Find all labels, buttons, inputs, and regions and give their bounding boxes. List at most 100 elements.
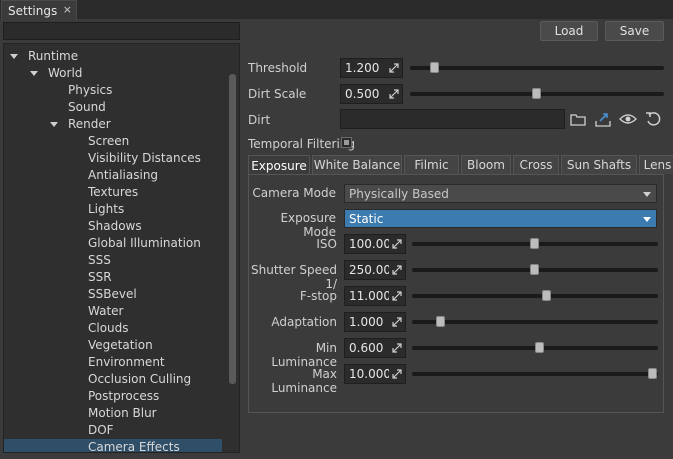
tree-item-label: Render — [68, 117, 111, 131]
threshold-field[interactable]: 1.200 — [340, 58, 403, 78]
tree-item[interactable]: Textures — [4, 184, 222, 201]
expand-arrow-icon[interactable] — [50, 122, 58, 127]
min-luminance-slider[interactable] — [412, 342, 658, 353]
tree-item[interactable]: Motion Blur — [4, 405, 222, 422]
tree-item[interactable]: Clouds — [4, 320, 222, 337]
close-tab-icon[interactable]: × — [63, 3, 72, 16]
tab-white-balance[interactable]: White Balance — [312, 155, 402, 174]
tree-item[interactable]: Vegetation — [4, 337, 222, 354]
expand-arrow-icon[interactable] — [10, 54, 18, 59]
dirt-scale-slider-handle[interactable] — [532, 88, 541, 99]
tree-item[interactable]: Physics — [4, 82, 222, 99]
tree-item-label: Runtime — [28, 49, 79, 63]
adaptation-field[interactable]: 1.000 — [344, 312, 406, 332]
tree-search-input[interactable] — [3, 22, 240, 40]
tree-item[interactable]: SSBevel — [4, 286, 222, 303]
max-luminance-slider[interactable] — [412, 368, 658, 379]
tree-item-label: Textures — [88, 185, 139, 199]
document-tab-bar: Settings × — [0, 0, 673, 20]
reset-icon[interactable] — [644, 110, 662, 128]
max-luminance-label: Max Luminance — [271, 367, 337, 395]
tree-item-label: Vegetation — [88, 338, 153, 352]
dirt-scale-slider[interactable] — [410, 88, 664, 99]
max-luminance-field[interactable]: 10.000 — [344, 364, 406, 384]
dirt-scale-field[interactable]: 0.500 — [340, 84, 403, 104]
tree-item[interactable]: Screen — [4, 133, 222, 150]
shutter-speed-1-field[interactable]: 250.000 — [344, 260, 406, 280]
tab-exposure[interactable]: Exposure — [248, 155, 310, 175]
exposure-mode-select[interactable]: Static — [344, 209, 657, 228]
tree-item[interactable]: Shadows — [4, 218, 222, 235]
drag-grip-icon[interactable] — [392, 369, 402, 379]
drag-grip-icon[interactable] — [392, 317, 402, 327]
tree-item-label: Antialiasing — [88, 168, 159, 182]
tree-item[interactable]: Camera Effects — [4, 439, 222, 453]
dirt-scale-value: 0.500 — [345, 87, 380, 101]
settings-tab-label: Settings — [8, 3, 58, 18]
drag-grip-icon[interactable] — [392, 265, 402, 275]
upload-icon[interactable] — [594, 110, 612, 128]
min-luminance-field[interactable]: 0.600 — [344, 338, 406, 358]
iso-field[interactable]: 100.000 — [344, 234, 406, 254]
min-luminance-slider-handle[interactable] — [534, 342, 544, 353]
dirt-texture-field[interactable] — [340, 109, 565, 129]
iso-slider[interactable] — [412, 238, 658, 249]
shutter-speed-1-slider[interactable] — [412, 264, 658, 275]
drag-grip-icon[interactable] — [392, 291, 402, 301]
tree-item-label: Shadows — [88, 219, 142, 233]
folder-icon[interactable] — [569, 110, 587, 128]
camera-mode-select[interactable]: Physically Based — [344, 184, 657, 203]
adaptation-slider-handle[interactable] — [435, 316, 445, 327]
max-luminance-slider-handle[interactable] — [648, 368, 657, 379]
f-stop-slider[interactable] — [412, 290, 658, 301]
tree-item-label: Lights — [88, 202, 125, 216]
tab-sun-shafts[interactable]: Sun Shafts — [561, 155, 637, 174]
tree-item[interactable]: Runtime — [4, 48, 222, 65]
shutter-speed-1-slider-handle[interactable] — [530, 264, 539, 275]
exposure-panel: Camera Mode Physically Based Exposure Mo… — [248, 174, 664, 413]
f-stop-slider-handle[interactable] — [541, 290, 551, 301]
threshold-slider[interactable] — [410, 62, 664, 73]
tree-item[interactable]: Render — [4, 116, 222, 133]
tree-item-label: Camera Effects — [88, 440, 180, 453]
tab-filmic[interactable]: Filmic — [404, 155, 459, 174]
load-button[interactable]: Load — [540, 21, 598, 41]
tab-lens[interactable]: Lens — [639, 155, 673, 174]
tree-item[interactable]: Lights — [4, 201, 222, 218]
tab-cross[interactable]: Cross — [513, 155, 559, 174]
expand-arrow-icon[interactable] — [30, 71, 38, 76]
tree-item[interactable]: World — [4, 65, 222, 82]
eye-icon[interactable] — [619, 110, 637, 128]
tree-item[interactable]: Visibility Distances — [4, 150, 222, 167]
tree-item[interactable]: Antialiasing — [4, 167, 222, 184]
tree-item[interactable]: Environment — [4, 354, 222, 371]
drag-grip-icon[interactable] — [392, 343, 402, 353]
chevron-down-icon — [643, 192, 651, 197]
tab-bloom[interactable]: Bloom — [461, 155, 511, 174]
tree-item[interactable]: SSR — [4, 269, 222, 286]
tree-item[interactable]: Global Illumination — [4, 235, 222, 252]
settings-tab[interactable]: Settings × — [1, 0, 77, 20]
drag-grip-icon[interactable] — [389, 63, 399, 73]
tree-item[interactable]: Sound — [4, 99, 222, 116]
tree-item[interactable]: Occlusion Culling — [4, 371, 222, 388]
tree-item[interactable]: DOF — [4, 422, 222, 439]
tree-item[interactable]: Water — [4, 303, 222, 320]
threshold-slider-handle[interactable] — [429, 62, 439, 73]
settings-panel: Runtime World Physics Sound Render Screen Visi… — [0, 20, 673, 459]
threshold-value: 1.200 — [345, 61, 380, 75]
tree-item-label: Water — [88, 304, 124, 318]
tree-item[interactable]: SSS — [4, 252, 222, 269]
tree-item-label: Physics — [68, 83, 113, 97]
camera-mode-value: Physically Based — [349, 186, 449, 201]
temporal-filtering-checkbox[interactable] — [341, 137, 352, 148]
shutter-speed-1-value: 250.000 — [349, 263, 389, 277]
iso-slider-handle[interactable] — [530, 238, 539, 249]
save-button[interactable]: Save — [605, 21, 664, 41]
drag-grip-icon[interactable] — [389, 89, 399, 99]
tree-item[interactable]: Postprocess — [4, 388, 222, 405]
f-stop-field[interactable]: 11.000 — [344, 286, 406, 306]
adaptation-slider[interactable] — [412, 316, 658, 327]
drag-grip-icon[interactable] — [392, 239, 402, 249]
tree-scrollbar[interactable] — [229, 74, 236, 384]
